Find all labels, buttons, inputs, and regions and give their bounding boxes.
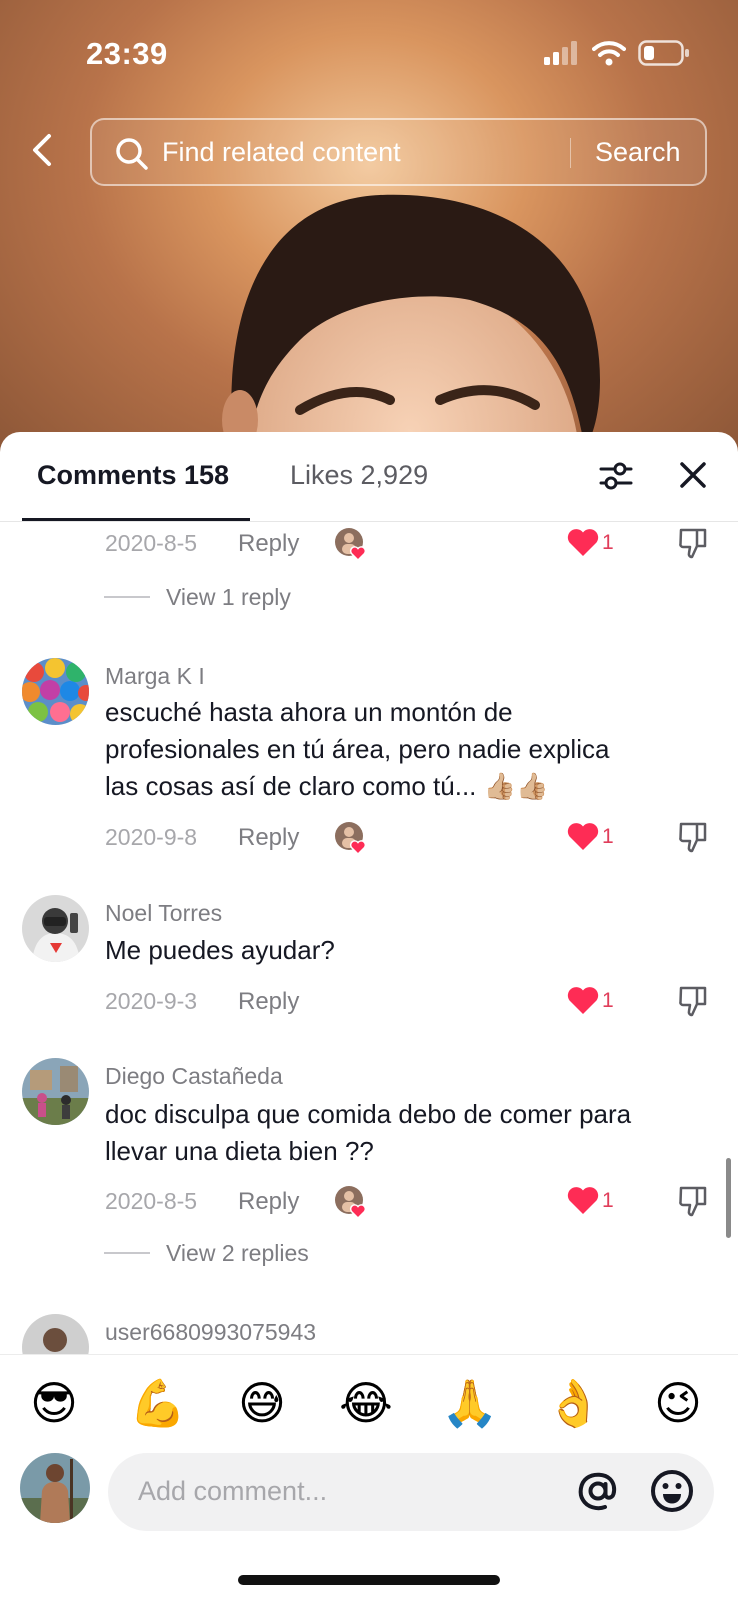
like-count: 1 <box>602 989 614 1012</box>
view-replies-line <box>104 1252 150 1254</box>
scrollbar[interactable] <box>726 1158 731 1238</box>
reply-button[interactable]: Reply <box>238 824 299 852</box>
quick-emoji-muscle[interactable]: 💪 <box>128 1373 188 1433</box>
quick-emoji-wink[interactable]: 😉 <box>648 1373 708 1433</box>
view-replies-line <box>104 596 150 598</box>
quick-emoji-ok-hand[interactable]: 👌 <box>544 1373 604 1433</box>
sheet-tabs: Comments 158 Likes 2,929 <box>0 432 738 522</box>
quick-emoji-row: 😎 💪 😅 😂 🙏 👌 😉 <box>0 1373 738 1433</box>
search-icon <box>116 138 148 170</box>
filter-icon[interactable] <box>598 458 634 494</box>
heart-icon[interactable] <box>566 820 600 852</box>
my-avatar <box>20 1453 90 1523</box>
comment-text-line: Me puedes ayudar? <box>105 935 335 965</box>
status-bar: 23:39 <box>0 0 738 100</box>
user-avatar-image <box>22 1314 89 1354</box>
comment-username[interactable]: Marga K I <box>105 663 205 690</box>
avatar[interactable] <box>22 1314 89 1354</box>
active-tab-indicator <box>22 518 250 521</box>
dislike-icon[interactable] <box>678 526 708 560</box>
close-icon[interactable] <box>676 458 710 492</box>
game-scene-avatar-image <box>22 1058 89 1125</box>
heart-icon[interactable] <box>566 1184 600 1216</box>
back-button[interactable] <box>22 128 62 172</box>
view-replies-button[interactable]: View 1 reply <box>166 584 291 611</box>
dislike-icon[interactable] <box>678 1184 708 1218</box>
comment-date: 2020-9-3 <box>105 988 198 1014</box>
comment-date: 2020-8-5 <box>105 1188 198 1214</box>
battery-icon <box>638 40 689 66</box>
dislike-icon[interactable] <box>678 984 708 1018</box>
at-icon[interactable] <box>574 1467 622 1515</box>
avatar[interactable] <box>22 895 89 962</box>
like-count: 1 <box>602 825 614 848</box>
heart-icon[interactable] <box>566 984 600 1016</box>
comment-text-line: escuché hasta ahora un montón de <box>105 697 513 727</box>
status-icons <box>544 40 690 66</box>
quick-emoji-sunglasses[interactable]: 😎 <box>24 1373 84 1433</box>
comment-username[interactable]: Noel Torres <box>105 900 222 927</box>
quick-emoji-joy[interactable]: 😂 <box>336 1373 396 1433</box>
emoji-icon[interactable] <box>648 1467 696 1515</box>
creator-liked-icon <box>335 822 367 855</box>
status-time: 23:39 <box>86 36 168 71</box>
comment-date: 2020-9-8 <box>105 824 198 850</box>
reply-button[interactable]: Reply <box>238 988 299 1016</box>
my-avatar-image <box>20 1453 90 1523</box>
umbrellas-avatar-image <box>22 658 89 725</box>
creator-liked-icon <box>335 528 367 561</box>
search-row: Find related content Search <box>0 118 738 186</box>
signal-icon <box>544 41 577 65</box>
search-input[interactable]: Find related content <box>162 137 401 168</box>
comment-text: escuché hasta ahora un montón de profesi… <box>105 694 705 805</box>
like-count: 1 <box>602 1189 614 1212</box>
view-replies-button[interactable]: View 2 replies <box>166 1240 309 1267</box>
comment-text-line: doc disculpa que comida debo de comer pa… <box>105 1099 632 1129</box>
comment-input-placeholder: Add comment... <box>138 1476 328 1506</box>
heart-icon[interactable] <box>566 526 600 558</box>
comment-text: doc disculpa que comida debo de comer pa… <box>105 1096 705 1170</box>
avatar[interactable] <box>22 658 89 725</box>
comments-sheet: Comments 158 Likes 2,929 2020-8-5 Reply … <box>0 432 738 1600</box>
home-indicator <box>238 1575 500 1585</box>
creator-liked-icon <box>335 1186 367 1219</box>
quick-emoji-sweat-smile[interactable]: 😅 <box>232 1373 292 1433</box>
wifi-icon <box>592 41 626 66</box>
comment-username[interactable]: Diego Castañeda <box>105 1063 283 1090</box>
like-count: 1 <box>602 531 614 554</box>
comment-text-line: llevar una dieta bien ?? <box>105 1136 374 1166</box>
back-arrow-icon <box>33 134 51 166</box>
search-divider <box>570 138 571 168</box>
comment-input[interactable]: Add comment... <box>108 1453 714 1531</box>
search-bar[interactable]: Find related content Search <box>90 118 707 186</box>
reply-button[interactable]: Reply <box>238 1188 299 1216</box>
comments-list[interactable]: 2020-8-5 Reply 1 View 1 reply Marga K I … <box>0 522 738 1354</box>
comment-date: 2020-8-5 <box>105 530 198 556</box>
search-button[interactable]: Search <box>595 137 681 168</box>
quick-emoji-pray[interactable]: 🙏 <box>440 1373 500 1433</box>
comment-text-line: las cosas así de claro como tú... 👍🏼👍🏼 <box>105 771 549 801</box>
video-background[interactable]: 23:39 Find related content Search <box>0 0 738 470</box>
tab-likes[interactable]: Likes 2,929 <box>290 460 428 491</box>
comment-text: Me puedes ayudar? <box>105 932 705 969</box>
dislike-icon[interactable] <box>678 820 708 854</box>
reply-button[interactable]: Reply <box>238 530 299 558</box>
tab-comments[interactable]: Comments 158 <box>37 460 229 491</box>
gamer-avatar-image <box>22 895 89 962</box>
comment-composer-area: 😎 💪 😅 😂 🙏 👌 😉 Add comment... <box>0 1354 738 1600</box>
comment-username[interactable]: user6680993075943 <box>105 1319 316 1346</box>
avatar[interactable] <box>22 1058 89 1125</box>
comment-text-line: profesionales en tú área, pero nadie exp… <box>105 734 610 764</box>
